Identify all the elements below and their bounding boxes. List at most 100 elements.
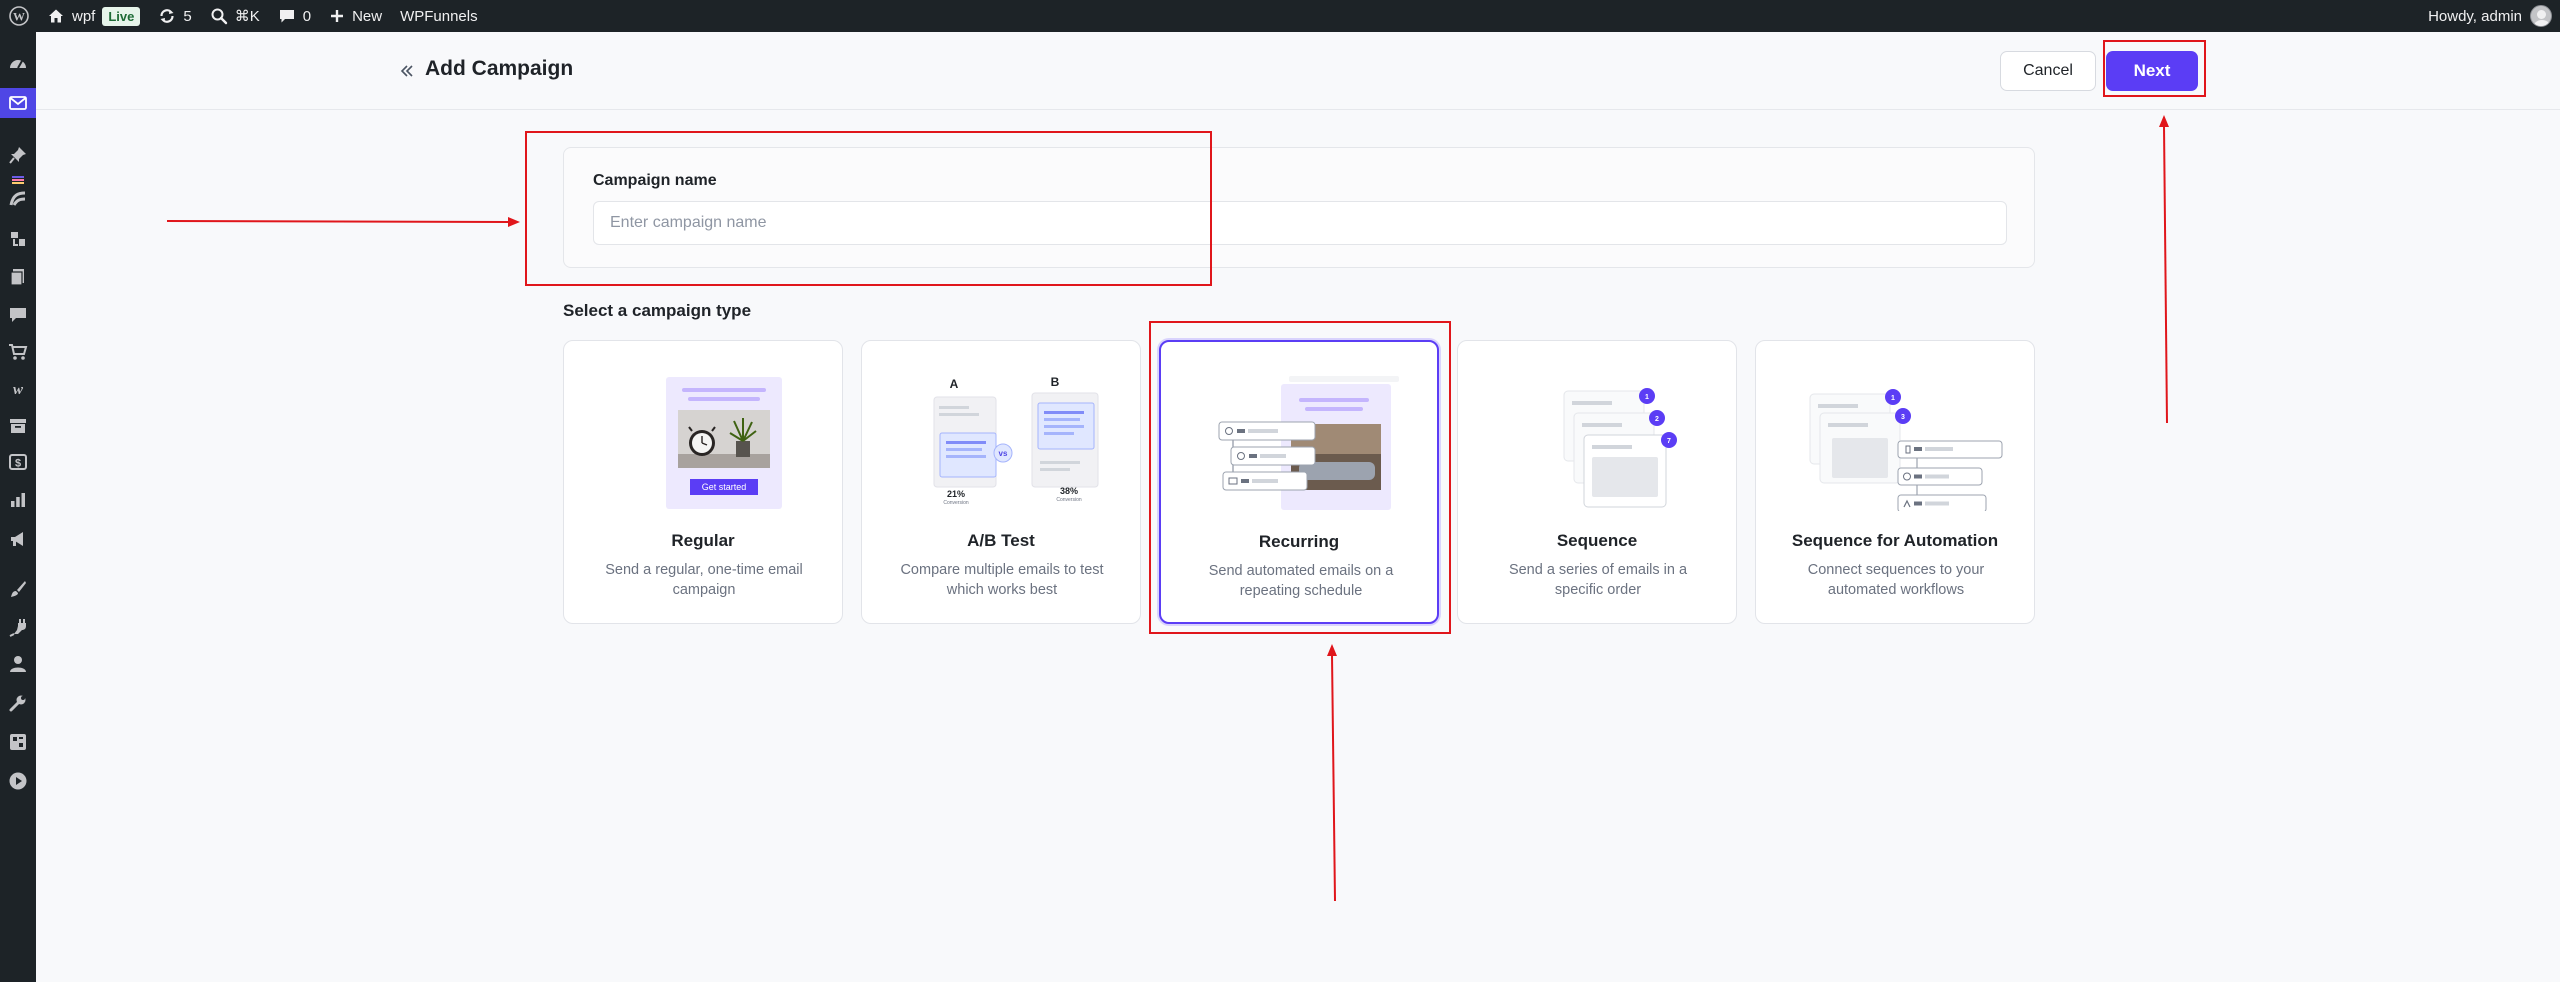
svg-text:w: w xyxy=(13,382,24,398)
new-content-menu[interactable]: New xyxy=(320,0,391,32)
campaign-type-regular[interactable]: Get started Regular Send a regular, one-… xyxy=(563,340,843,624)
pin-icon xyxy=(9,147,26,164)
type-description: Connect sequences to your automated work… xyxy=(1807,562,1985,598)
comments-icon xyxy=(10,308,26,322)
greeting: Howdy, admin xyxy=(2428,7,2522,25)
variant-a-label: A xyxy=(950,377,959,391)
menu-dashboard[interactable] xyxy=(0,49,36,79)
regular-email-illustration: Get started xyxy=(666,377,782,509)
menu-funnels[interactable] xyxy=(0,224,36,254)
menu-shop[interactable] xyxy=(0,337,36,367)
wordpress-icon: W xyxy=(9,6,29,26)
type-name: Sequence for Automation xyxy=(1791,531,1999,550)
type-name: Sequence xyxy=(1556,531,1638,550)
updates-menu[interactable]: 5 xyxy=(149,0,200,32)
menu-woo[interactable]: w xyxy=(0,374,36,404)
menu-appearance[interactable] xyxy=(0,574,36,604)
get-started-illus-label: Get started xyxy=(702,482,747,492)
wpfunnels-menu[interactable]: WPFunnels xyxy=(391,0,487,32)
svg-text:$: $ xyxy=(15,458,21,470)
dollar-icon: $ xyxy=(9,454,27,470)
analytics-icon xyxy=(11,493,25,507)
comments-menu[interactable]: 0 xyxy=(269,0,320,32)
tools-icon xyxy=(9,695,26,712)
search-shortcut: ⌘K xyxy=(234,8,260,25)
campaign-type-ab-test[interactable]: A B vs 21% Conversion 38% Conversion A/B… xyxy=(861,340,1141,624)
menu-marketing[interactable] xyxy=(0,524,36,554)
pages-icon xyxy=(10,269,24,286)
svg-text:W: W xyxy=(13,10,25,24)
new-label: New xyxy=(352,7,383,25)
brush-icon xyxy=(11,581,26,597)
type-name: Regular xyxy=(671,531,735,550)
avatar xyxy=(2530,5,2552,27)
menu-archive[interactable] xyxy=(0,411,36,441)
annotation-box-next xyxy=(2103,40,2206,97)
menu-tools[interactable] xyxy=(0,688,36,718)
settings-icon xyxy=(10,734,26,750)
command-search[interactable]: ⌘K xyxy=(201,0,269,32)
search-icon xyxy=(211,8,227,25)
menu-comments[interactable] xyxy=(0,300,36,330)
live-badge: Live xyxy=(102,6,141,26)
menu-settings[interactable] xyxy=(0,727,36,757)
cancel-button[interactable]: Cancel xyxy=(2000,51,2096,91)
woo-icon: w xyxy=(13,382,24,398)
rate-a-caption: Conversion xyxy=(943,500,969,506)
sequence-step-1: 1 xyxy=(1645,394,1649,401)
menu-collapse[interactable] xyxy=(0,766,36,796)
funnel-icon xyxy=(11,232,25,246)
mail-icon xyxy=(9,96,27,110)
automation-step-1: 1 xyxy=(1891,395,1895,402)
automation-step-2: 3 xyxy=(1901,414,1905,421)
refresh-icon xyxy=(160,9,174,23)
site-name-menu[interactable]: wpf Live xyxy=(38,0,149,32)
megaphone-icon xyxy=(11,532,23,546)
home-icon xyxy=(49,9,63,23)
menu-mail[interactable] xyxy=(0,88,36,118)
updates-count: 5 xyxy=(183,7,192,25)
type-description: Compare multiple emails to test which wo… xyxy=(900,562,1104,598)
rate-a-label: 21% xyxy=(947,489,965,499)
sequence-illustration: 1 2 7 xyxy=(1563,388,1677,508)
menu-plugins[interactable] xyxy=(0,612,36,642)
menu-pages[interactable] xyxy=(0,262,36,292)
plus-icon xyxy=(331,10,344,22)
type-description: Send a regular, one-time email campaign xyxy=(605,562,803,598)
admin-bar: W wpf Live 5 ⌘K 0 New WPFunnels Howdy, a… xyxy=(0,0,2560,32)
annotation-box-recurring xyxy=(1149,321,1451,634)
menu-users[interactable] xyxy=(0,649,36,679)
menu-posts[interactable] xyxy=(0,140,36,170)
type-description: Send a series of emails in a specific or… xyxy=(1508,562,1688,598)
campaign-type-title: Select a campaign type xyxy=(563,301,752,320)
wave-icon xyxy=(9,191,26,206)
menu-wave[interactable] xyxy=(0,184,36,214)
plugins-icon xyxy=(9,619,26,637)
back-button[interactable] xyxy=(396,60,418,82)
type-name: A/B Test xyxy=(967,531,1035,550)
arrow-to-next xyxy=(2159,115,2169,424)
annotation-box-campaign-name xyxy=(525,131,1212,286)
page-title: Add Campaign xyxy=(425,57,574,80)
comment-icon xyxy=(279,10,294,23)
archive-icon xyxy=(10,419,26,433)
menu-payments[interactable]: $ xyxy=(0,447,36,477)
vs-label: vs xyxy=(999,449,1008,458)
dashboard-icon xyxy=(10,60,26,69)
sequence-step-2: 2 xyxy=(1655,416,1659,423)
menu-analytics[interactable] xyxy=(0,485,36,515)
comments-count: 0 xyxy=(302,7,312,25)
cart-icon xyxy=(9,344,28,360)
play-icon xyxy=(9,772,27,790)
arrow-to-campaign-name xyxy=(166,217,520,227)
campaign-type-sequence-automation[interactable]: 1 3 Sequence for Automation Connect sequ… xyxy=(1755,340,2035,624)
double-chevron-left-icon xyxy=(400,65,413,77)
campaign-type-sequence[interactable]: 1 2 7 Sequence Send a series of emails i… xyxy=(1457,340,1737,624)
admin-side-menu: w $ xyxy=(0,32,36,982)
users-icon xyxy=(10,656,26,672)
sequence-step-3: 7 xyxy=(1667,438,1671,445)
wpfunnels-label: WPFunnels xyxy=(400,7,478,25)
rate-b-label: 38% xyxy=(1060,486,1078,496)
wordpress-logo-menu[interactable]: W xyxy=(0,0,38,32)
account-menu[interactable]: Howdy, admin xyxy=(2428,5,2560,27)
